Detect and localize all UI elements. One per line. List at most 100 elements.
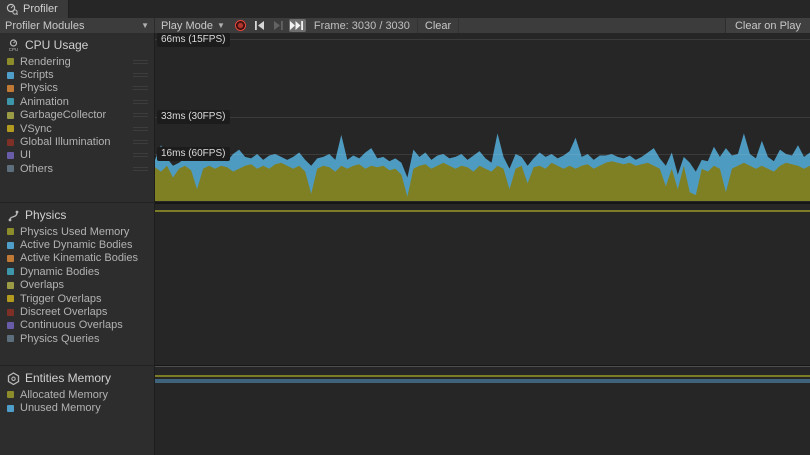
module-title: Entities Memory bbox=[25, 371, 111, 385]
legend-swatch bbox=[7, 309, 14, 316]
entities-memory-icon bbox=[6, 371, 20, 385]
chevron-down-icon: ▼ bbox=[141, 22, 149, 30]
first-frame-button[interactable] bbox=[251, 19, 268, 32]
legend-item-global-illumination[interactable]: Global Illumination bbox=[0, 135, 154, 148]
legend-label: Trigger Overlaps bbox=[20, 293, 150, 305]
record-button[interactable] bbox=[232, 19, 249, 32]
legend-label: Animation bbox=[20, 96, 133, 108]
legend-swatch bbox=[7, 125, 14, 132]
tab-title: Profiler bbox=[23, 3, 58, 15]
chevron-down-icon: ▼ bbox=[217, 22, 225, 30]
legend-swatch bbox=[7, 85, 14, 92]
module-entities: Entities Memory Allocated MemoryUnused Me… bbox=[0, 365, 154, 455]
legend-swatch bbox=[7, 228, 14, 235]
legend-swatch bbox=[7, 295, 14, 302]
legend-swatch bbox=[7, 58, 14, 65]
legend-value-dashes bbox=[133, 140, 150, 144]
next-frame-button[interactable] bbox=[270, 19, 287, 32]
chart-area: 66ms (15FPS)33ms (30FPS)16ms (60FPS) bbox=[155, 33, 810, 455]
legend-swatch bbox=[7, 152, 14, 159]
cpu-usage-chart[interactable]: 66ms (15FPS)33ms (30FPS)16ms (60FPS) bbox=[155, 33, 810, 204]
play-mode-dropdown[interactable]: Play Mode ▼ bbox=[155, 18, 231, 33]
toolbar: Profiler Modules ▼ Play Mode ▼ bbox=[0, 18, 810, 34]
legend-label: VSync bbox=[20, 123, 133, 135]
legend-value-dashes bbox=[133, 127, 150, 131]
skip-to-first-icon bbox=[254, 21, 265, 30]
legend-item-discreet-overlaps[interactable]: Discreet Overlaps bbox=[0, 305, 154, 318]
gridline-label-66ms: 66ms (15FPS) bbox=[157, 33, 230, 47]
frame-counter: Frame: 3030 / 3030 bbox=[307, 20, 417, 32]
legend-label: Dynamic Bodies bbox=[20, 266, 150, 278]
physics-joint-icon bbox=[6, 208, 20, 222]
legend-item-animation[interactable]: Animation bbox=[0, 95, 154, 108]
legend-swatch bbox=[7, 322, 14, 329]
legend-label: UI bbox=[20, 149, 133, 161]
legend-swatch bbox=[7, 165, 14, 172]
legend-swatch bbox=[7, 139, 14, 146]
legend-swatch bbox=[7, 242, 14, 249]
legend-label: Physics Used Memory bbox=[20, 226, 150, 238]
legend-swatch bbox=[7, 335, 14, 342]
legend-item-dynamic-bodies[interactable]: Dynamic Bodies bbox=[0, 265, 154, 278]
legend-label: Scripts bbox=[20, 69, 133, 81]
legend-swatch bbox=[7, 405, 14, 412]
legend-swatch bbox=[7, 112, 14, 119]
profiler-modules-dropdown[interactable]: Profiler Modules ▼ bbox=[0, 18, 155, 33]
current-frame-button[interactable] bbox=[289, 19, 306, 32]
physics-chart[interactable] bbox=[155, 204, 810, 366]
legend-swatch bbox=[7, 391, 14, 398]
module-header-physics[interactable]: Physics bbox=[0, 203, 154, 225]
module-header-entities[interactable]: Entities Memory bbox=[0, 366, 154, 388]
legend-item-vsync[interactable]: VSync bbox=[0, 122, 154, 135]
entities-memory-chart[interactable] bbox=[155, 366, 810, 455]
legend-value-dashes bbox=[133, 100, 150, 104]
legend-swatch bbox=[7, 98, 14, 105]
legend-item-ui[interactable]: UI bbox=[0, 149, 154, 162]
legend-label: Unused Memory bbox=[20, 402, 150, 414]
module-cpu: CPU CPU Usage RenderingScriptsPhysics Anima… bbox=[0, 33, 154, 202]
legend-item-allocated-memory[interactable]: Allocated Memory bbox=[0, 388, 154, 401]
allocated-memory-line bbox=[155, 375, 810, 377]
gridline-16ms bbox=[155, 154, 810, 155]
legend-value-dashes bbox=[133, 167, 150, 171]
legend-label: Physics Queries bbox=[20, 333, 150, 345]
legend-value-dashes bbox=[133, 73, 150, 77]
legend-item-active-kinematic-bodies[interactable]: Active Kinematic Bodies bbox=[0, 252, 154, 265]
clear-button[interactable]: Clear bbox=[417, 18, 459, 33]
module-header-cpu[interactable]: CPU CPU Usage bbox=[0, 33, 154, 55]
module-sidebar: CPUCPU UsageRenderingScriptsPhysicsAnima… bbox=[0, 33, 155, 455]
gridline-label-16ms: 16ms (60FPS) bbox=[157, 147, 230, 161]
legend-label: Physics bbox=[20, 82, 133, 94]
legend-swatch bbox=[7, 268, 14, 275]
legend-item-garbagecollector[interactable]: GarbageCollector bbox=[0, 109, 154, 122]
legend-swatch bbox=[7, 72, 14, 79]
legend-item-scripts[interactable]: Scripts bbox=[0, 68, 154, 81]
legend-item-continuous-overlaps[interactable]: Continuous Overlaps bbox=[0, 319, 154, 332]
legend-item-active-dynamic-bodies[interactable]: Active Dynamic Bodies bbox=[0, 238, 154, 251]
gridline-66ms bbox=[155, 39, 810, 40]
legend-item-trigger-overlaps[interactable]: Trigger Overlaps bbox=[0, 292, 154, 305]
legend-swatch bbox=[7, 282, 14, 289]
legend-item-unused-memory[interactable]: Unused Memory bbox=[0, 401, 154, 414]
svg-text:CPU: CPU bbox=[8, 47, 18, 52]
legend-item-physics[interactable]: Physics bbox=[0, 82, 154, 95]
legend-label: Others bbox=[20, 163, 133, 175]
physics-used-memory-line bbox=[155, 210, 810, 212]
step-forward-icon bbox=[273, 21, 284, 30]
legend-item-physics-queries[interactable]: Physics Queries bbox=[0, 332, 154, 345]
skip-to-last-icon bbox=[290, 21, 304, 30]
profiler-window: Profiler Profiler Modules ▼ Play Mode ▼ bbox=[0, 0, 810, 455]
legend-value-dashes bbox=[133, 86, 150, 90]
cpu-usage-icon: CPU bbox=[6, 38, 20, 52]
legend-item-physics-used-memory[interactable]: Physics Used Memory bbox=[0, 225, 154, 238]
gridline-33ms bbox=[155, 117, 810, 118]
module-title: CPU Usage bbox=[25, 38, 88, 52]
tab-profiler[interactable]: Profiler bbox=[0, 0, 69, 18]
legend-label: Active Kinematic Bodies bbox=[20, 252, 150, 264]
module-physics: PhysicsPhysics Used MemoryActive Dynamic… bbox=[0, 202, 154, 365]
unused-memory-band bbox=[155, 379, 810, 383]
legend-item-overlaps[interactable]: Overlaps bbox=[0, 279, 154, 292]
legend-item-others[interactable]: Others bbox=[0, 162, 154, 175]
legend-item-rendering[interactable]: Rendering bbox=[0, 55, 154, 68]
clear-on-play-button[interactable]: Clear on Play bbox=[725, 18, 810, 33]
